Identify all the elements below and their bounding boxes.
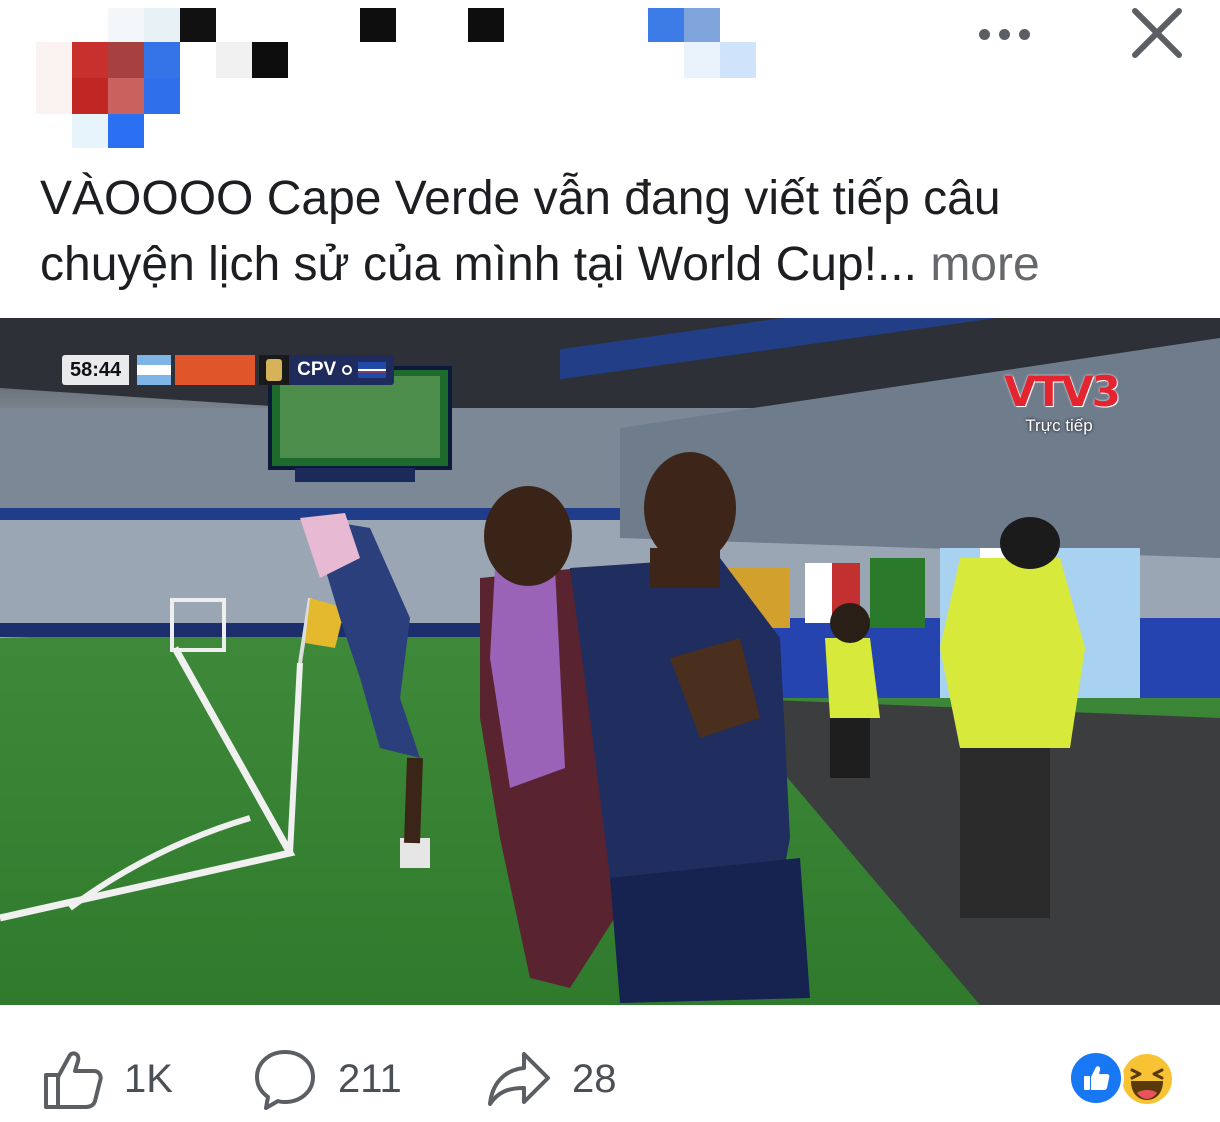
team-right-code: CPV xyxy=(297,359,337,380)
caption-line-2: chuyện lịch sử của mình tại World Cup!..… xyxy=(40,232,1190,298)
like-button[interactable]: 1K xyxy=(40,1041,173,1117)
more-options-icon-dot xyxy=(998,28,1010,40)
like-reaction-icon[interactable] xyxy=(1068,1050,1124,1106)
team-right-panel: CPV xyxy=(289,355,395,385)
live-status-label: Trực tiếp xyxy=(1025,416,1093,435)
post-video[interactable]: 58:44 CPV VTV3 Trực tiếp xyxy=(0,318,1220,1005)
caption-line-1: VÀOOOO Cape Verde vẫn đang viết tiếp câu xyxy=(40,172,1001,225)
tournament-logo xyxy=(259,355,290,385)
post-header xyxy=(0,0,1220,160)
possession-indicator xyxy=(342,365,353,375)
caption-text: chuyện lịch sử của mình tại World Cup!..… xyxy=(40,238,917,291)
more-options-icon-dot xyxy=(1018,28,1030,40)
comment-icon xyxy=(255,1050,315,1110)
more-options-button[interactable] xyxy=(968,12,1040,56)
comment-button[interactable]: 211 xyxy=(252,1041,402,1117)
like-count: 1K xyxy=(124,1056,173,1101)
post-caption: VÀOOOO Cape Verde vẫn đang viết tiếp câu… xyxy=(40,166,1190,298)
close-button[interactable] xyxy=(1122,0,1192,66)
like-reaction-thumb-icon xyxy=(1084,1066,1110,1090)
share-icon xyxy=(488,1052,550,1106)
share-count: 28 xyxy=(572,1056,617,1101)
close-icon xyxy=(1132,8,1182,58)
thumbs-up-icon xyxy=(44,1051,103,1109)
team-right-flag xyxy=(358,362,387,378)
share-button[interactable]: 28 xyxy=(486,1041,617,1117)
scoreboard: 58:44 CPV xyxy=(62,355,395,385)
team-left-score-panel xyxy=(175,355,256,385)
team-left-flag xyxy=(137,355,172,385)
pixelated-profile-avatar[interactable] xyxy=(0,0,800,160)
broadcaster-watermark: VTV3 Trực tiếp xyxy=(1004,367,1121,436)
see-more-link[interactable]: more xyxy=(930,238,1039,291)
more-options-icon xyxy=(978,28,990,40)
broadcaster-logo: VTV3 xyxy=(1004,367,1121,416)
post-action-bar: 1K 211 28 xyxy=(0,1005,1220,1122)
match-clock: 58:44 xyxy=(62,355,130,385)
haha-reaction-icon[interactable] xyxy=(1118,1050,1176,1108)
haha-reaction-face-icon xyxy=(1122,1054,1172,1104)
comment-count: 211 xyxy=(338,1056,402,1101)
